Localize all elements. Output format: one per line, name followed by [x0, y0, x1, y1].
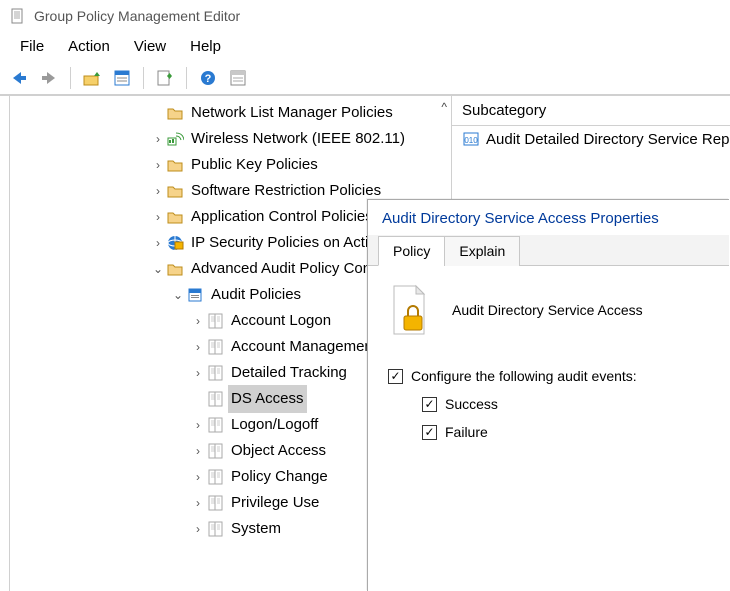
expand-icon[interactable]: › — [190, 334, 206, 360]
policy-icon — [206, 312, 224, 330]
tree-item-label: Application Control Policies — [188, 203, 376, 231]
expand-icon[interactable]: › — [190, 412, 206, 438]
up-button[interactable] — [79, 65, 105, 91]
list-item[interactable]: 010 Audit Detailed Directory Service Repl… — [452, 126, 730, 152]
expand-icon[interactable]: › — [150, 230, 166, 256]
toolbar-separator — [186, 67, 187, 89]
details-button[interactable] — [225, 65, 251, 91]
expand-icon[interactable]: › — [150, 152, 166, 178]
dialog-title: Audit Directory Service Access Propertie… — [368, 200, 729, 235]
tree-scroll-up-icon[interactable]: ^ — [441, 100, 447, 114]
tree-item-label: Audit Policies — [208, 281, 304, 309]
expand-icon[interactable]: › — [150, 126, 166, 152]
policy-icon — [206, 338, 224, 356]
list-item-label: Audit Detailed Directory Service Replica… — [486, 131, 730, 148]
tree-item-label: Policy Change — [228, 463, 331, 491]
toolbar-separator — [143, 67, 144, 89]
menu-action[interactable]: Action — [58, 36, 120, 57]
checkbox-success-row[interactable]: Success — [422, 396, 709, 412]
svg-text:010: 010 — [464, 136, 478, 145]
policy-icon — [206, 390, 224, 408]
checkbox-success[interactable] — [422, 397, 437, 412]
collapse-icon[interactable]: ⌄ — [150, 256, 166, 282]
tree-item-label: System — [228, 515, 284, 543]
policy-icon — [206, 442, 224, 460]
toolbar-separator — [70, 67, 71, 89]
tree-item-wireless-network-ieee-802-11[interactable]: › Wireless Network (IEEE 802.11) — [10, 126, 451, 152]
tree-item-network-list-manager-policies[interactable]: Network List Manager Policies — [10, 100, 451, 126]
menu-file[interactable]: File — [10, 36, 54, 57]
tree-item-label: Wireless Network (IEEE 802.11) — [188, 125, 408, 153]
tree-item-label: Logon/Logoff — [228, 411, 321, 439]
checkbox-configure[interactable] — [388, 369, 403, 384]
tab-policy[interactable]: Policy — [378, 236, 445, 266]
tab-explain[interactable]: Explain — [444, 236, 520, 266]
ipsec-icon — [166, 234, 184, 252]
policy-icon — [206, 416, 224, 434]
tree-item-label: Privilege Use — [228, 489, 322, 517]
checkbox-success-label: Success — [445, 396, 498, 412]
properties-dialog: Audit Directory Service Access Propertie… — [367, 199, 729, 591]
menu-help[interactable]: Help — [180, 36, 231, 57]
expand-icon[interactable]: › — [190, 308, 206, 334]
policy-icon — [206, 520, 224, 538]
tree-item-label: Account Management — [228, 333, 380, 361]
list: 010 Audit Detailed Directory Service Repl… — [452, 126, 730, 152]
svg-text:?: ? — [205, 73, 212, 85]
collapse-icon[interactable]: ⌄ — [170, 282, 186, 308]
wireless-icon — [166, 130, 184, 148]
policy-icon — [206, 494, 224, 512]
checkbox-configure-label: Configure the following audit events: — [411, 368, 637, 384]
expand-icon[interactable]: › — [150, 178, 166, 204]
checkbox-failure[interactable] — [422, 425, 437, 440]
tree-item-label: Detailed Tracking — [228, 359, 350, 387]
tree-item-label: Account Logon — [228, 307, 334, 335]
expand-icon[interactable]: › — [150, 204, 166, 230]
forward-button[interactable] — [36, 65, 62, 91]
expand-icon[interactable]: › — [190, 490, 206, 516]
folder-icon — [166, 260, 184, 278]
checkbox-failure-row[interactable]: Failure — [422, 424, 709, 440]
tree-item-label: Public Key Policies — [188, 151, 321, 179]
policy-icon — [206, 468, 224, 486]
dialog-body: Audit Directory Service Access Configure… — [368, 266, 729, 470]
checkbox-failure-label: Failure — [445, 424, 488, 440]
policy-name: Audit Directory Service Access — [452, 302, 643, 318]
export-button[interactable] — [152, 65, 178, 91]
folder-icon — [166, 156, 184, 174]
help-button[interactable]: ? — [195, 65, 221, 91]
folder-icon — [166, 104, 184, 122]
dialog-tabstrip: Policy Explain — [368, 235, 729, 266]
policy-header: Audit Directory Service Access — [388, 284, 709, 336]
tree-item-public-key-policies[interactable]: › Public Key Policies — [10, 152, 451, 178]
policy-icon — [206, 364, 224, 382]
tree-item-label: Software Restriction Policies — [188, 177, 384, 205]
policy-doc-icon — [388, 284, 430, 336]
expand-icon[interactable]: › — [190, 464, 206, 490]
back-button[interactable] — [6, 65, 32, 91]
tree-item-label: DS Access — [228, 385, 307, 413]
left-gutter — [0, 96, 10, 591]
checkbox-configure-row[interactable]: Configure the following audit events: — [388, 368, 709, 384]
folder-icon — [166, 182, 184, 200]
app-icon — [10, 8, 26, 24]
expand-icon[interactable]: › — [190, 360, 206, 386]
menu-view[interactable]: View — [124, 36, 176, 57]
properties-button[interactable] — [109, 65, 135, 91]
menubar: File Action View Help — [0, 32, 730, 61]
tree-item-label: Network List Manager Policies — [188, 99, 396, 127]
titlebar: Group Policy Management Editor — [0, 0, 730, 32]
list-header-subcategory[interactable]: Subcategory — [452, 96, 730, 126]
tree-item-label: Object Access — [228, 437, 329, 465]
expand-icon[interactable]: › — [190, 516, 206, 542]
audit-icon — [186, 286, 204, 304]
subcategory-icon: 010 — [462, 130, 480, 148]
expand-icon[interactable]: › — [190, 438, 206, 464]
folder-icon — [166, 208, 184, 226]
window-title: Group Policy Management Editor — [34, 8, 240, 24]
toolbar: ? — [0, 61, 730, 95]
